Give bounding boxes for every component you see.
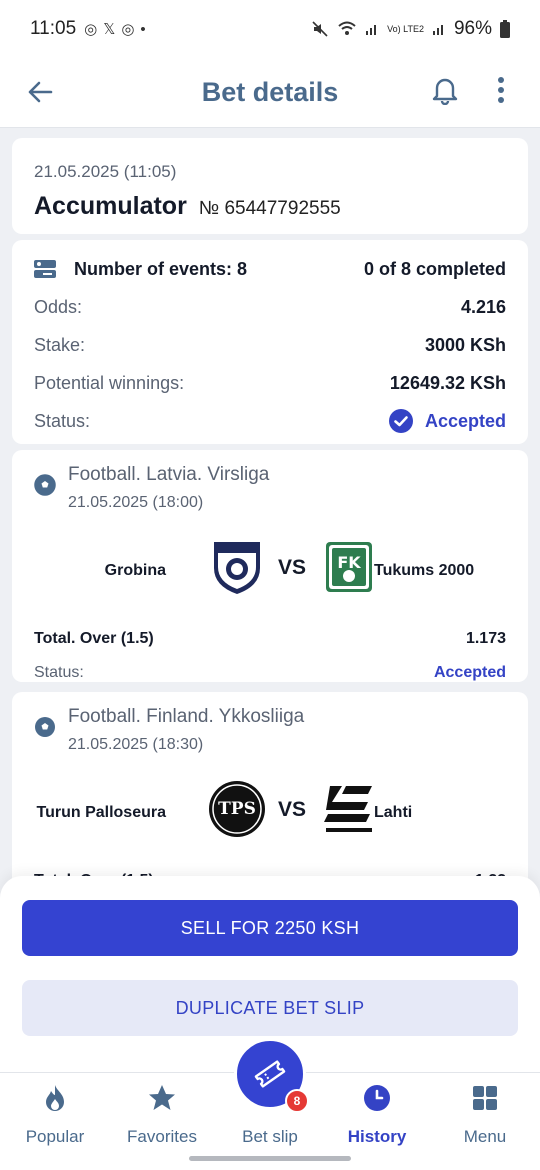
status-bar: 11:05 ◎ 𝕏 ◎ • Vo) LTE2 96% [0, 0, 540, 58]
flame-icon [46, 1085, 64, 1111]
status-row: Status: Accepted [34, 402, 506, 440]
nav-popular-label: Popular [25, 1127, 85, 1146]
event-league: Football. Latvia. Virsliga [68, 464, 270, 485]
svg-text:FK: FK [337, 553, 361, 572]
match-row: Grobina VS FK Tukums 2000 [34, 526, 506, 622]
football-icon [35, 717, 55, 737]
more-options-button[interactable] [486, 72, 516, 108]
versus-label: VS [277, 798, 306, 821]
event-header: Football. Finland. Ykkosliiga 21.05.2025… [34, 704, 506, 754]
versus-label: VS [277, 556, 306, 579]
app-bar: Bet details [0, 58, 540, 128]
sell-button[interactable]: SELL FOR 2250 KSH [22, 900, 518, 956]
nav-bet-slip-label: Bet slip [242, 1127, 298, 1146]
match-row: Turun Palloseura TPS VS Lahti [34, 768, 506, 864]
nav-history-label: History [347, 1127, 407, 1146]
event-card[interactable]: Football. Finland. Ykkosliiga 21.05.2025… [12, 692, 528, 892]
winnings-row: Potential winnings: 12649.32 KSh [34, 364, 506, 402]
bet-slip-count-badge: 8 [285, 1089, 309, 1113]
stake-row: Stake: 3000 KSh [34, 326, 506, 364]
svg-text:TPS: TPS [218, 799, 256, 819]
football-icon [34, 474, 56, 496]
away-team: Tukums 2000 [374, 562, 475, 579]
event-date: 21.05.2025 (18:00) [68, 494, 204, 511]
bet-summary-card: Number of events: 8 0 of 8 completed Odd… [12, 240, 528, 444]
nav-menu[interactable]: Menu [431, 1083, 539, 1149]
status-text: Accepted [424, 410, 506, 431]
winnings-label: Potential winnings: [34, 372, 185, 393]
lahti-logo [324, 786, 372, 832]
event-league: Football. Finland. Ykkosliiga [68, 706, 305, 727]
tukums-logo: FK [326, 542, 372, 592]
whatsapp-icon: ◎ [121, 21, 135, 38]
bet-title-row: Accumulator № 65447792555 [34, 192, 506, 221]
events-row: Number of events: 8 0 of 8 completed [34, 250, 506, 288]
bet-type: Accumulator [34, 192, 187, 220]
event-status-value: Accepted [433, 664, 506, 681]
tps-logo: TPS [209, 781, 265, 837]
nav-favorites[interactable]: Favorites [108, 1083, 216, 1149]
duplicate-bet-slip-button[interactable]: DUPLICATE BET SLIP [22, 980, 518, 1036]
battery-icon [500, 20, 510, 38]
nav-menu-label: Menu [463, 1127, 507, 1146]
battery-percent: 96% [453, 18, 492, 39]
status-right: Vo) LTE2 96% [311, 18, 510, 40]
signal-icon [366, 25, 377, 35]
market-label: Total. Over (1.5) [34, 630, 154, 647]
nav-popular[interactable]: Popular [1, 1083, 109, 1149]
grobina-logo [214, 542, 260, 594]
clock-icon [364, 1085, 390, 1111]
arrow-left-icon [28, 81, 53, 103]
status-time: 11:05 [30, 18, 77, 39]
bell-icon [432, 78, 458, 105]
odds-row: Odds: 4.216 [34, 288, 506, 326]
notification-icons: ◎ 𝕏 ◎ • [84, 20, 146, 39]
home-team: Grobina [104, 562, 166, 579]
odds-label: Odds: [34, 296, 83, 317]
bet-number: № 65447792555 [198, 198, 341, 219]
event-status-label: Status: [34, 664, 84, 681]
more-vertical-icon [498, 77, 504, 103]
events-list-icon [34, 260, 56, 278]
mute-icon [312, 21, 328, 37]
nav-favorites-label: Favorites [127, 1127, 197, 1146]
odds-value: 4.216 [460, 296, 506, 317]
event-card[interactable]: Football. Latvia. Virsliga 21.05.2025 (1… [12, 450, 528, 682]
status-value: Accepted [388, 409, 506, 433]
whatsapp-icon: ◎ [84, 21, 98, 38]
home-team: Turun Palloseura [36, 804, 166, 821]
market-row: Total. Over (1.5) 1.173 [34, 622, 506, 656]
ticket-icon [254, 1060, 286, 1088]
grid-icon [473, 1086, 497, 1110]
wifi-icon [338, 21, 356, 35]
signal-icon [432, 25, 443, 35]
market-odd: 1.173 [465, 630, 506, 647]
completed-count: 0 of 8 completed [363, 258, 506, 279]
event-header: Football. Latvia. Virsliga 21.05.2025 (1… [34, 462, 506, 512]
stake-label: Stake: [34, 334, 86, 355]
back-button[interactable] [22, 74, 58, 110]
event-status-row: Status: Accepted [34, 656, 506, 690]
stake-value: 3000 KSh [424, 334, 506, 355]
check-circle-icon [388, 409, 413, 433]
winnings-value: 12649.32 KSh [389, 372, 506, 393]
notifications-button[interactable] [427, 72, 463, 108]
event-date: 21.05.2025 (18:30) [68, 736, 204, 753]
status-label: Status: [34, 410, 91, 431]
home-indicator[interactable] [189, 1156, 351, 1161]
bet-header-card: 21.05.2025 (11:05) Accumulator № 6544779… [12, 138, 528, 234]
events-count: Number of events: 8 [74, 258, 248, 279]
network-label: Vo) LTE2 [387, 23, 424, 34]
away-team: Lahti [374, 804, 413, 821]
bet-date: 21.05.2025 (11:05) [34, 162, 177, 181]
nav-history[interactable]: History [323, 1083, 431, 1149]
x-icon: 𝕏 [103, 21, 116, 38]
dot-icon: • [140, 20, 146, 38]
star-icon [149, 1085, 175, 1110]
